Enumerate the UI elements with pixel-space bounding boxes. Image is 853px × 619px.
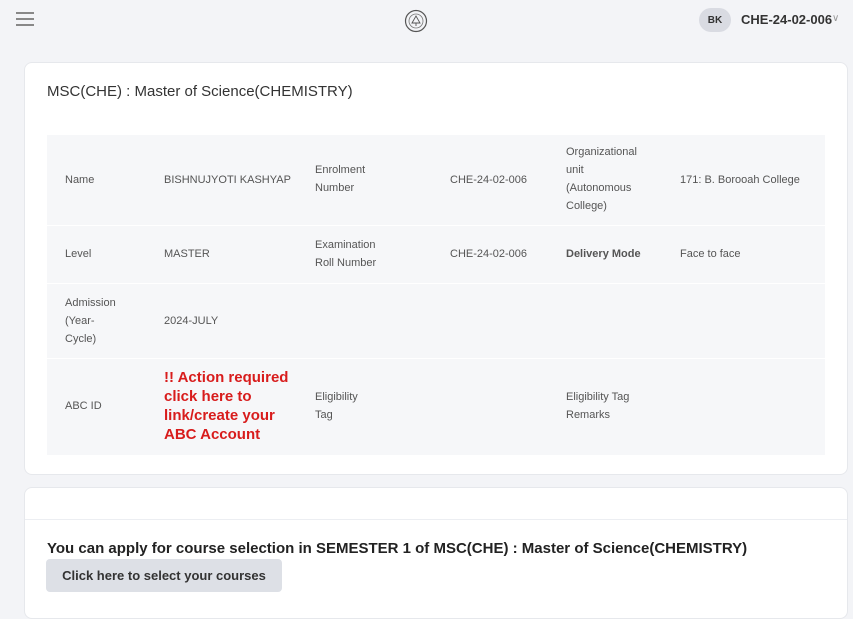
- admission-label: Admission (Year-Cycle): [65, 297, 116, 345]
- level-label: Level: [65, 248, 92, 260]
- enrolment-value: CHE-24-02-006: [450, 174, 528, 186]
- name-value: BISHNUJYOTI KASHYAP: [164, 174, 291, 186]
- divider: [25, 519, 847, 520]
- level-value: MASTER: [164, 248, 210, 260]
- table-row: ABC ID !! Action required click here to …: [47, 359, 825, 456]
- university-logo-icon: [404, 9, 428, 33]
- abc-account-link[interactable]: !! Action required click here to link/cr…: [164, 368, 304, 444]
- abc-id-label: ABC ID: [65, 400, 102, 412]
- avatar[interactable]: BK: [699, 8, 731, 32]
- program-title: MSC(CHE) : Master of Science(CHEMISTRY): [47, 83, 353, 100]
- table-row: Level MASTER Examination Roll Number CHE…: [47, 226, 825, 284]
- course-selection-card: You can apply for course selection in SE…: [24, 487, 848, 619]
- table-row: Admission (Year-Cycle) 2024-JULY: [47, 284, 825, 359]
- eligibility-remarks-label: Eligibility Tag Remarks: [566, 391, 630, 421]
- details-table: Name BISHNUJYOTI KASHYAP Enrolment Numbe…: [47, 135, 825, 456]
- user-id-label[interactable]: CHE-24-02-006: [741, 12, 832, 27]
- delivery-mode-value: Face to face: [680, 248, 741, 260]
- org-unit-label: Organizational unit (Autonomous College): [566, 146, 637, 212]
- enrolment-label: Enrolment Number: [315, 164, 366, 194]
- eligibility-tag-label: Eligibility Tag: [315, 391, 358, 421]
- exam-roll-label: Examination Roll Number: [315, 239, 377, 269]
- course-selection-message: You can apply for course selection in SE…: [47, 540, 748, 557]
- org-unit-value: 171: B. Borooah College: [680, 174, 800, 186]
- select-courses-button[interactable]: Click here to select your courses: [46, 559, 282, 592]
- admission-value: 2024-JULY: [164, 315, 219, 327]
- exam-roll-value: CHE-24-02-006: [450, 248, 528, 260]
- table-row: Name BISHNUJYOTI KASHYAP Enrolment Numbe…: [47, 135, 825, 226]
- menu-icon[interactable]: [16, 12, 34, 26]
- top-bar: BK CHE-24-02-006 ∨: [0, 0, 853, 42]
- name-label: Name: [65, 174, 95, 186]
- program-details-card: MSC(CHE) : Master of Science(CHEMISTRY) …: [24, 62, 848, 475]
- delivery-mode-label: Delivery Mode: [566, 248, 641, 260]
- chevron-down-icon[interactable]: ∨: [832, 13, 839, 24]
